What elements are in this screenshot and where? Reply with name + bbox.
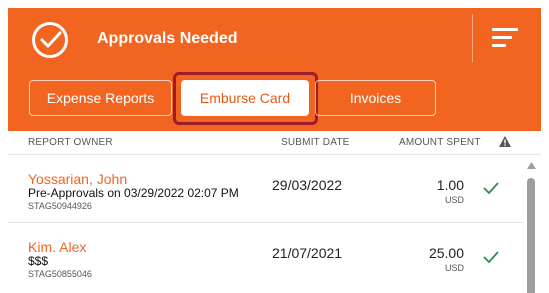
scrollbar-thumb[interactable] <box>527 178 535 293</box>
currency-code: USD <box>444 263 464 273</box>
table-row[interactable]: Yossarian, John Pre-Approvals on 03/29/2… <box>8 155 524 223</box>
amount-spent: 25.00 <box>428 245 464 261</box>
column-header-amount[interactable]: AMOUNT SPENT <box>399 136 481 150</box>
check-icon[interactable] <box>483 182 499 194</box>
amount-spent: 1.00 <box>436 177 464 193</box>
tab-emburse-card[interactable]: Emburse Card <box>181 80 309 116</box>
currency-code: USD <box>444 195 464 205</box>
tab-label: Expense Reports <box>46 90 155 106</box>
approvals-header: Approvals Needed Expense Reports Emburse… <box>8 8 541 131</box>
header-divider <box>472 14 473 62</box>
report-description: Pre-Approvals on 03/29/2022 02:07 PM <box>28 186 239 200</box>
scroll-up-arrow-icon[interactable] <box>527 162 536 169</box>
report-id: STAG50944926 <box>28 201 92 211</box>
page-title: Approvals Needed <box>97 30 238 47</box>
submit-date: 29/03/2022 <box>272 177 343 193</box>
report-owner[interactable]: Kim. Alex <box>28 239 86 255</box>
report-owner[interactable]: Yossarian, John <box>28 171 127 187</box>
report-id: STAG50855046 <box>28 269 92 279</box>
column-header-date[interactable]: SUBMIT DATE <box>281 136 350 150</box>
warning-icon <box>499 136 511 147</box>
approvals-panel: Approvals Needed Expense Reports Emburse… <box>8 8 541 293</box>
column-header-owner[interactable]: REPORT OWNER <box>28 136 113 150</box>
check-circle-icon <box>32 22 68 58</box>
table-row[interactable]: Kim. Alex $$$ STAG50855046 21/07/2021 25… <box>8 223 524 291</box>
tab-invoices[interactable]: Invoices <box>315 80 436 116</box>
check-icon[interactable] <box>483 251 499 263</box>
tab-label: Emburse Card <box>199 90 291 106</box>
submit-date: 21/07/2021 <box>272 245 343 261</box>
tab-expense-reports[interactable]: Expense Reports <box>29 80 172 116</box>
filter-menu-icon[interactable] <box>492 28 518 48</box>
report-description: $$$ <box>28 254 49 268</box>
tab-label: Invoices <box>349 90 402 106</box>
